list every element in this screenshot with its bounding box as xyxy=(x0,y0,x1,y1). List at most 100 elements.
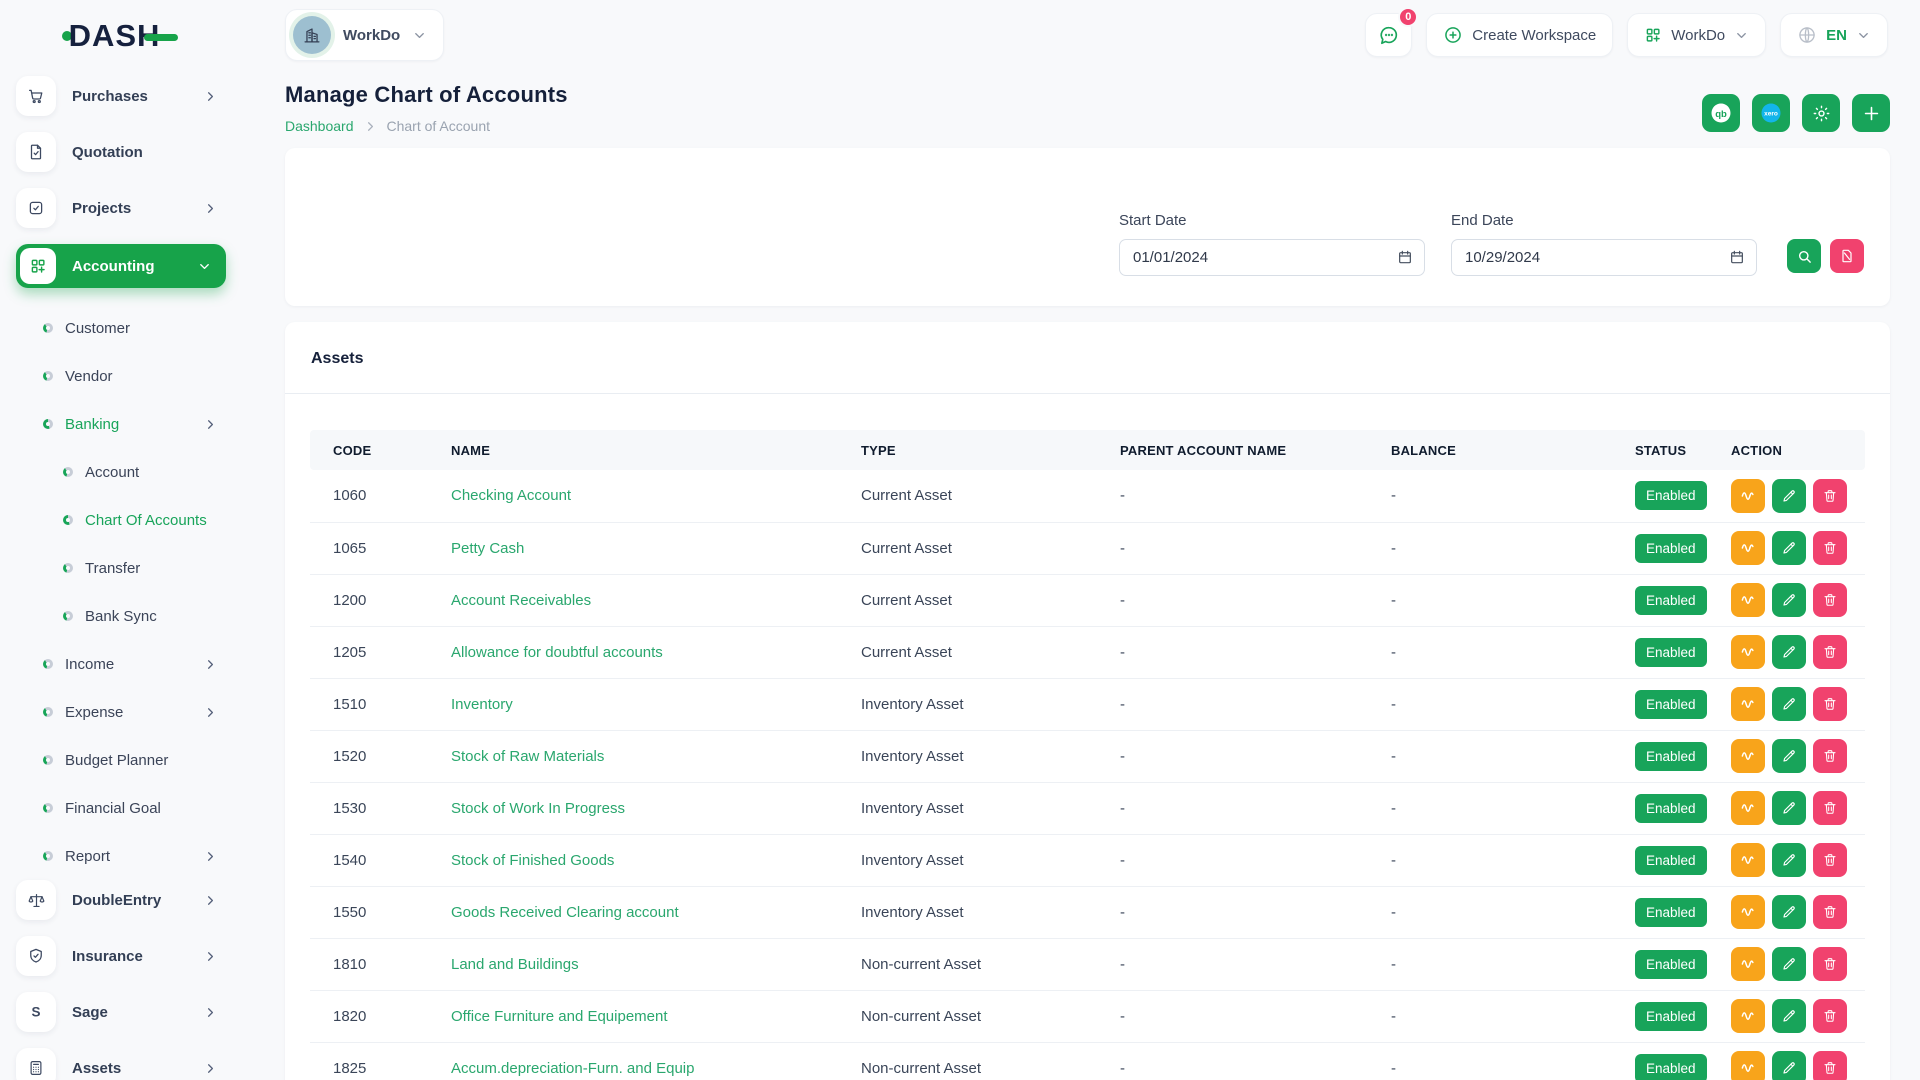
edit-account-button[interactable] xyxy=(1772,843,1806,877)
edit-account-button[interactable] xyxy=(1772,999,1806,1033)
sidebar-subitem-customer[interactable]: Customer xyxy=(16,304,226,352)
workspace-switcher[interactable]: WorkDo xyxy=(285,9,444,61)
add-account-button[interactable] xyxy=(1852,94,1890,132)
sidebar-item-quotation[interactable]: Quotation xyxy=(16,132,226,172)
grid-plus-icon xyxy=(1644,26,1662,44)
sidebar-item-sage[interactable]: SSage xyxy=(16,992,226,1032)
delete-account-button[interactable] xyxy=(1813,947,1847,981)
edit-account-button[interactable] xyxy=(1772,895,1806,929)
sidebar-subitem-chart-of-accounts[interactable]: Chart Of Accounts xyxy=(16,496,226,544)
apply-filter-button[interactable] xyxy=(1787,239,1821,273)
account-name-link[interactable]: Inventory xyxy=(451,696,513,713)
delete-account-button[interactable] xyxy=(1813,635,1847,669)
status-cell: Enabled xyxy=(1635,834,1731,886)
transactions-button[interactable] xyxy=(1731,843,1765,877)
edit-account-button[interactable] xyxy=(1772,583,1806,617)
delete-account-button[interactable] xyxy=(1813,687,1847,721)
account-name-link[interactable]: Accum.depreciation-Furn. and Equip xyxy=(451,1060,694,1077)
transactions-button[interactable] xyxy=(1731,895,1765,929)
start-date-input[interactable] xyxy=(1119,239,1425,276)
account-name-link[interactable]: Stock of Finished Goods xyxy=(451,852,614,869)
create-workspace-button[interactable]: Create Workspace xyxy=(1426,13,1613,57)
edit-account-button[interactable] xyxy=(1772,947,1806,981)
sidebar-subitem-label: Vendor xyxy=(65,368,113,385)
sidebar-subitem-transfer[interactable]: Transfer xyxy=(16,544,226,592)
transactions-button[interactable] xyxy=(1731,531,1765,565)
account-name-link[interactable]: Stock of Work In Progress xyxy=(451,800,625,817)
sidebar-subitem-budget-planner[interactable]: Budget Planner xyxy=(16,736,226,784)
edit-account-button[interactable] xyxy=(1772,739,1806,773)
sidebar-subitem-banking[interactable]: Banking xyxy=(16,400,226,448)
parent-account-cell: - xyxy=(1120,522,1391,574)
account-name-link[interactable]: Account Receivables xyxy=(451,592,591,609)
sidebar-item-accounting[interactable]: Accounting xyxy=(16,244,226,288)
account-name-link[interactable]: Land and Buildings xyxy=(451,956,579,973)
messages-button[interactable]: 0 xyxy=(1365,13,1412,57)
transactions-button[interactable] xyxy=(1731,947,1765,981)
sidebar-subitem-bank-sync[interactable]: Bank Sync xyxy=(16,592,226,640)
account-name-link[interactable]: Checking Account xyxy=(451,487,571,504)
sidebar-item-projects[interactable]: Projects xyxy=(16,188,226,228)
sidebar-item-insurance[interactable]: Insurance xyxy=(16,936,226,976)
delete-account-button[interactable] xyxy=(1813,843,1847,877)
transactions-button[interactable] xyxy=(1731,999,1765,1033)
edit-account-button[interactable] xyxy=(1772,791,1806,825)
edit-account-button[interactable] xyxy=(1772,1051,1806,1080)
calendar-icon[interactable] xyxy=(1397,249,1413,265)
transactions-button[interactable] xyxy=(1731,583,1765,617)
page-head-left: Manage Chart of Accounts Dashboard Chart… xyxy=(285,82,568,134)
delete-account-button[interactable] xyxy=(1813,583,1847,617)
transactions-button[interactable] xyxy=(1731,1051,1765,1080)
settings-button[interactable] xyxy=(1802,94,1840,132)
sidebar-item-doubleentry[interactable]: DoubleEntry xyxy=(16,880,226,920)
trash-icon xyxy=(1822,748,1838,764)
delete-account-button[interactable] xyxy=(1813,1051,1847,1080)
sidebar-item-assets[interactable]: Assets xyxy=(16,1048,226,1080)
language-button[interactable]: EN xyxy=(1780,13,1888,57)
edit-account-button[interactable] xyxy=(1772,531,1806,565)
quickbooks-button[interactable]: qb xyxy=(1702,94,1740,132)
delete-account-button[interactable] xyxy=(1813,895,1847,929)
table-row-account-1065: 1065Petty CashCurrent Asset--Enabled xyxy=(310,522,1865,574)
account-name-link[interactable]: Goods Received Clearing account xyxy=(451,904,679,921)
edit-account-button[interactable] xyxy=(1772,635,1806,669)
calendar-icon[interactable] xyxy=(1729,249,1745,265)
edit-account-button[interactable] xyxy=(1772,687,1806,721)
dash-logo[interactable]: DASH xyxy=(62,20,179,51)
transactions-button[interactable] xyxy=(1731,791,1765,825)
delete-account-button[interactable] xyxy=(1813,791,1847,825)
reset-filter-button[interactable] xyxy=(1830,239,1864,273)
sidebar-subitem-financial-goal[interactable]: Financial Goal xyxy=(16,784,226,832)
account-code-cell: 1540 xyxy=(310,834,451,886)
account-name-cell: Inventory xyxy=(451,678,861,730)
xero-button[interactable]: xero xyxy=(1752,94,1790,132)
transactions-button[interactable] xyxy=(1731,635,1765,669)
sidebar-subitem-account[interactable]: Account xyxy=(16,448,226,496)
transactions-button[interactable] xyxy=(1731,479,1765,513)
sidebar-subitem-income[interactable]: Income xyxy=(16,640,226,688)
account-name-link[interactable]: Allowance for doubtful accounts xyxy=(451,644,663,661)
sidebar-subitem-vendor[interactable]: Vendor xyxy=(16,352,226,400)
chevron-right-icon xyxy=(203,1061,226,1076)
column-header-status: STATUS xyxy=(1635,430,1731,470)
transactions-button[interactable] xyxy=(1731,687,1765,721)
delete-account-button[interactable] xyxy=(1813,531,1847,565)
sidebar-item-purchases[interactable]: Purchases xyxy=(16,76,226,116)
delete-account-button[interactable] xyxy=(1813,739,1847,773)
edit-account-button[interactable] xyxy=(1772,479,1806,513)
account-name-link[interactable]: Office Furniture and Equipement xyxy=(451,1008,668,1025)
end-date-input[interactable] xyxy=(1451,239,1757,276)
sidebar-subitem-expense[interactable]: Expense xyxy=(16,688,226,736)
transactions-button[interactable] xyxy=(1731,739,1765,773)
delete-account-button[interactable] xyxy=(1813,479,1847,513)
balance-cell: - xyxy=(1391,990,1635,1042)
app-menu-button[interactable]: WorkDo xyxy=(1627,13,1766,57)
account-name-cell: Office Furniture and Equipement xyxy=(451,990,861,1042)
table-row-account-1825: 1825Accum.depreciation-Furn. and EquipNo… xyxy=(310,1042,1865,1080)
account-name-link[interactable]: Petty Cash xyxy=(451,540,524,557)
delete-account-button[interactable] xyxy=(1813,999,1847,1033)
breadcrumb-dashboard-link[interactable]: Dashboard xyxy=(285,118,354,134)
sidebar-subitem-report[interactable]: Report xyxy=(16,832,226,880)
account-name-cell: Checking Account xyxy=(451,470,861,522)
account-name-link[interactable]: Stock of Raw Materials xyxy=(451,748,604,765)
